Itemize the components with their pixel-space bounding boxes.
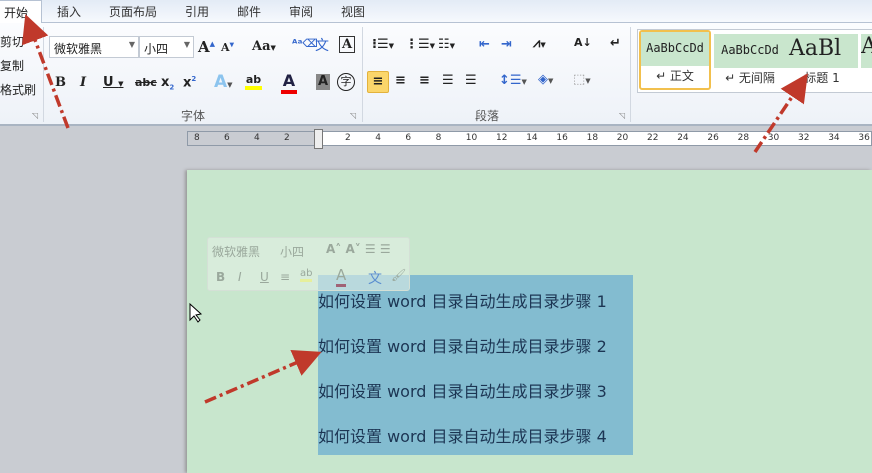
arrow-to-heading-style bbox=[753, 73, 808, 153]
arrow-to-text bbox=[204, 350, 322, 404]
arrow-to-home-tab bbox=[22, 14, 70, 129]
mouse-cursor-icon bbox=[189, 302, 203, 323]
annotation-arrows bbox=[22, 14, 808, 404]
